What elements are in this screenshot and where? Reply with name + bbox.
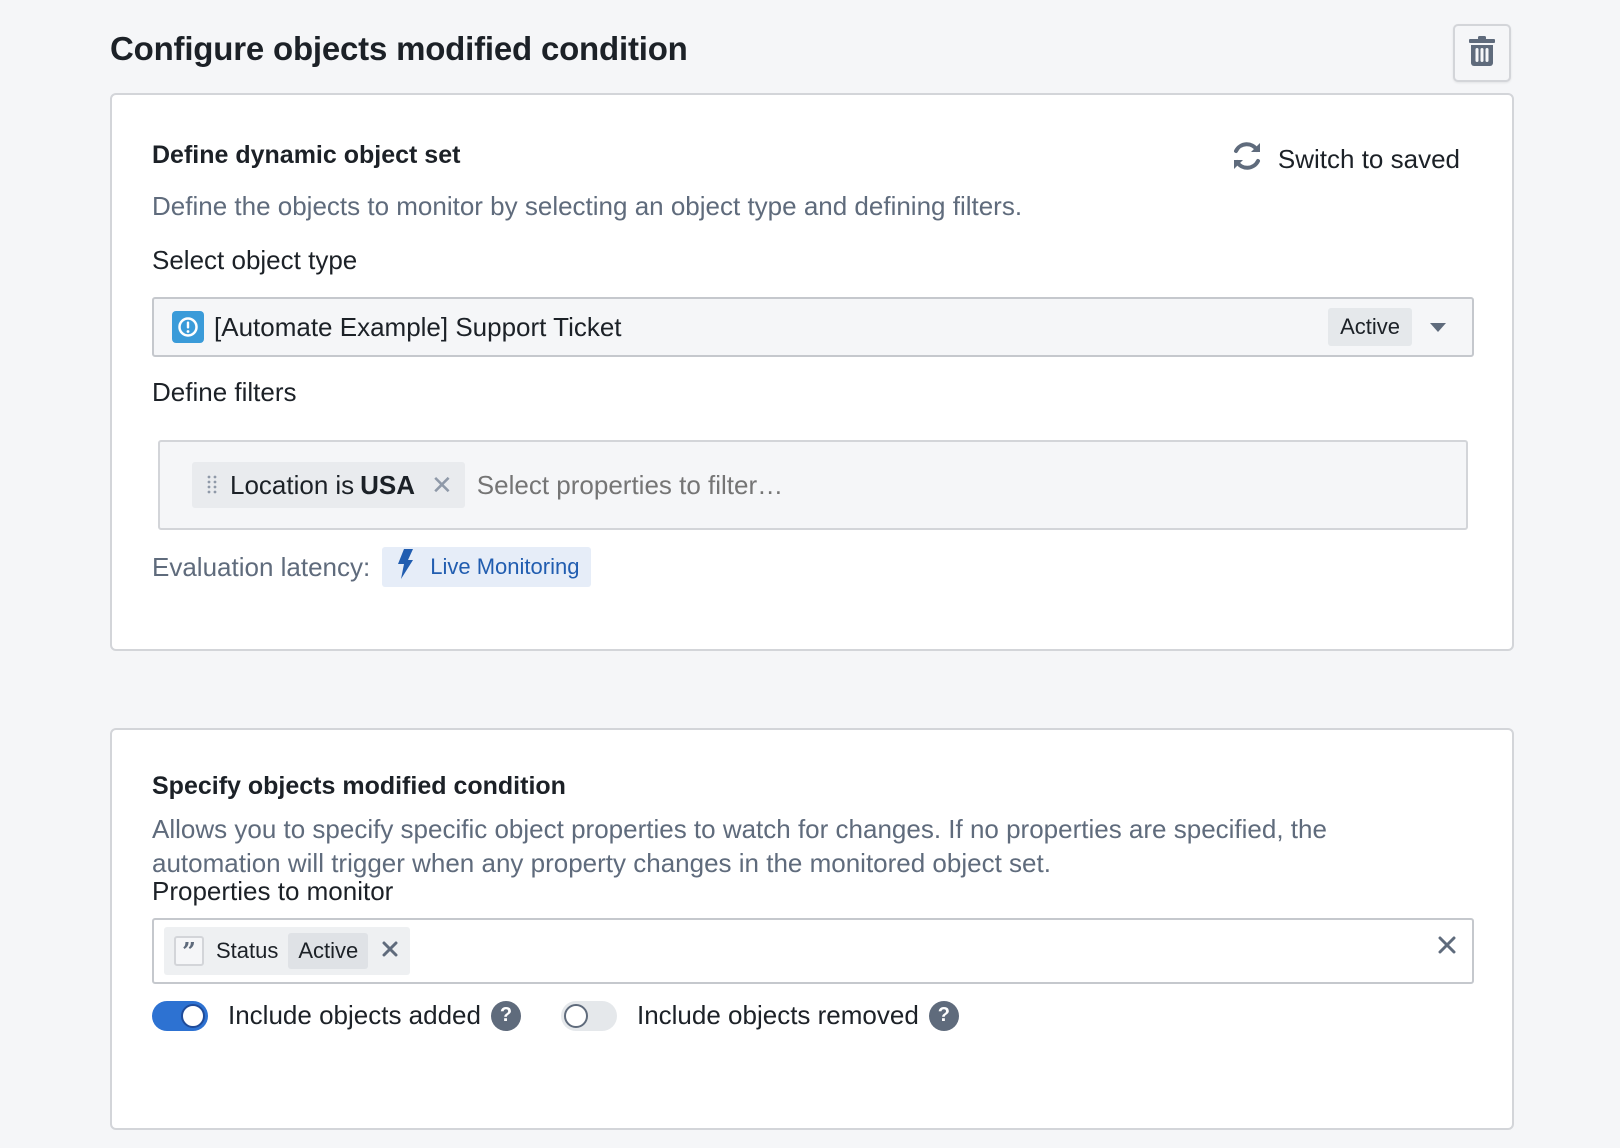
latency-value: Live Monitoring (430, 554, 580, 579)
object-type-label: Select object type (152, 245, 358, 275)
toggle-knob (181, 1003, 205, 1028)
include-added-toggle[interactable] (152, 1000, 208, 1031)
help-icon[interactable]: ? (490, 1000, 521, 1031)
dynamic-object-set-card: Define dynamic object set Switch to save… (110, 93, 1514, 651)
switch-to-saved-label: Switch to saved (1277, 144, 1460, 174)
lightning-icon (396, 549, 414, 585)
include-added-label: Include objects added (228, 1000, 481, 1030)
property-tag: Active (288, 933, 369, 969)
delete-button[interactable] (1453, 24, 1511, 82)
filters-label: Define filters (152, 377, 297, 407)
evaluation-latency-row: Evaluation latency: Live Monitoring (152, 547, 592, 587)
trash-icon (1469, 35, 1495, 71)
caret-down-icon (1430, 322, 1446, 332)
drag-handle-icon[interactable] (206, 470, 218, 501)
toggle-knob (563, 1003, 588, 1028)
filter-chip[interactable]: Location is USA ✕ (192, 462, 465, 508)
remove-filter-icon[interactable]: ✕ (431, 470, 453, 501)
section-title: Define dynamic object set (152, 141, 461, 169)
modified-condition-card: Specify objects modified condition Allow… (110, 728, 1514, 1130)
help-icon[interactable]: ? (928, 1000, 959, 1031)
filters-input[interactable]: Location is USA ✕ (158, 440, 1468, 530)
condition-description-line2: automation will trigger when any propert… (152, 848, 1051, 878)
toggle-row: Include objects added ? Include objects … (152, 1000, 959, 1031)
refresh-icon (1230, 139, 1264, 180)
live-monitoring-tag: Live Monitoring (382, 547, 592, 587)
property-name: Status (216, 938, 279, 963)
condition-description-line1: Allows you to specify specific object pr… (152, 814, 1327, 844)
quote-icon: ” (174, 936, 204, 966)
page-title: Configure objects modified condition (110, 30, 688, 67)
filter-value: USA (360, 469, 415, 500)
latency-label: Evaluation latency: (152, 551, 371, 582)
clear-all-icon[interactable] (1438, 936, 1456, 959)
remove-property-icon[interactable] (382, 941, 398, 962)
include-removed-toggle[interactable] (560, 1000, 617, 1031)
property-chip[interactable]: ” Status Active (164, 927, 411, 975)
include-removed-label: Include objects removed (636, 1000, 919, 1030)
object-type-value: [Automate Example] Support Ticket (214, 311, 622, 342)
object-type-status-tag: Active (1328, 308, 1412, 346)
section-title: Specify objects modified condition (152, 772, 566, 800)
object-type-select[interactable]: [Automate Example] Support Ticket Active (152, 297, 1474, 357)
filter-operator: is (335, 469, 355, 500)
properties-multiselect[interactable]: ” Status Active (152, 918, 1474, 984)
section-description: Define the objects to monitor by selecti… (152, 191, 1023, 221)
object-type-info-icon (172, 311, 204, 343)
filter-search-input[interactable] (474, 468, 979, 502)
properties-label: Properties to monitor (152, 876, 394, 906)
switch-to-saved-button[interactable]: Switch to saved (1230, 139, 1460, 180)
filter-property: Location (230, 469, 329, 500)
